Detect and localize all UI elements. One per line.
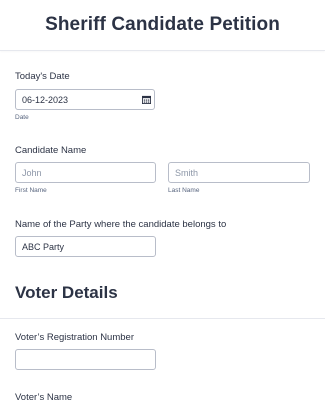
voter-registration-input[interactable] xyxy=(15,349,156,370)
section-divider xyxy=(0,318,325,319)
last-name-sublabel: Last Name xyxy=(168,187,200,194)
calendar-icon[interactable] xyxy=(142,95,151,104)
form-title: Sheriff Candidate Petition xyxy=(45,14,280,35)
date-input[interactable] xyxy=(15,89,155,110)
party-label: Name of the Party where the candidate be… xyxy=(15,219,227,230)
date-label: Today's Date xyxy=(15,71,70,82)
voter-name-label: Voter’s Name xyxy=(15,392,73,403)
first-name-input[interactable] xyxy=(15,162,156,183)
party-input[interactable] xyxy=(15,236,156,257)
voter-registration-label: Voter’s Registration Number xyxy=(15,332,134,343)
voter-details-heading: Voter Details xyxy=(15,283,118,302)
first-name-sublabel: First Name xyxy=(15,187,47,194)
form-header: Sheriff Candidate Petition xyxy=(0,0,325,51)
last-name-input[interactable] xyxy=(168,162,310,183)
date-sublabel: Date xyxy=(15,114,29,121)
candidate-name-label: Candidate Name xyxy=(15,145,87,156)
